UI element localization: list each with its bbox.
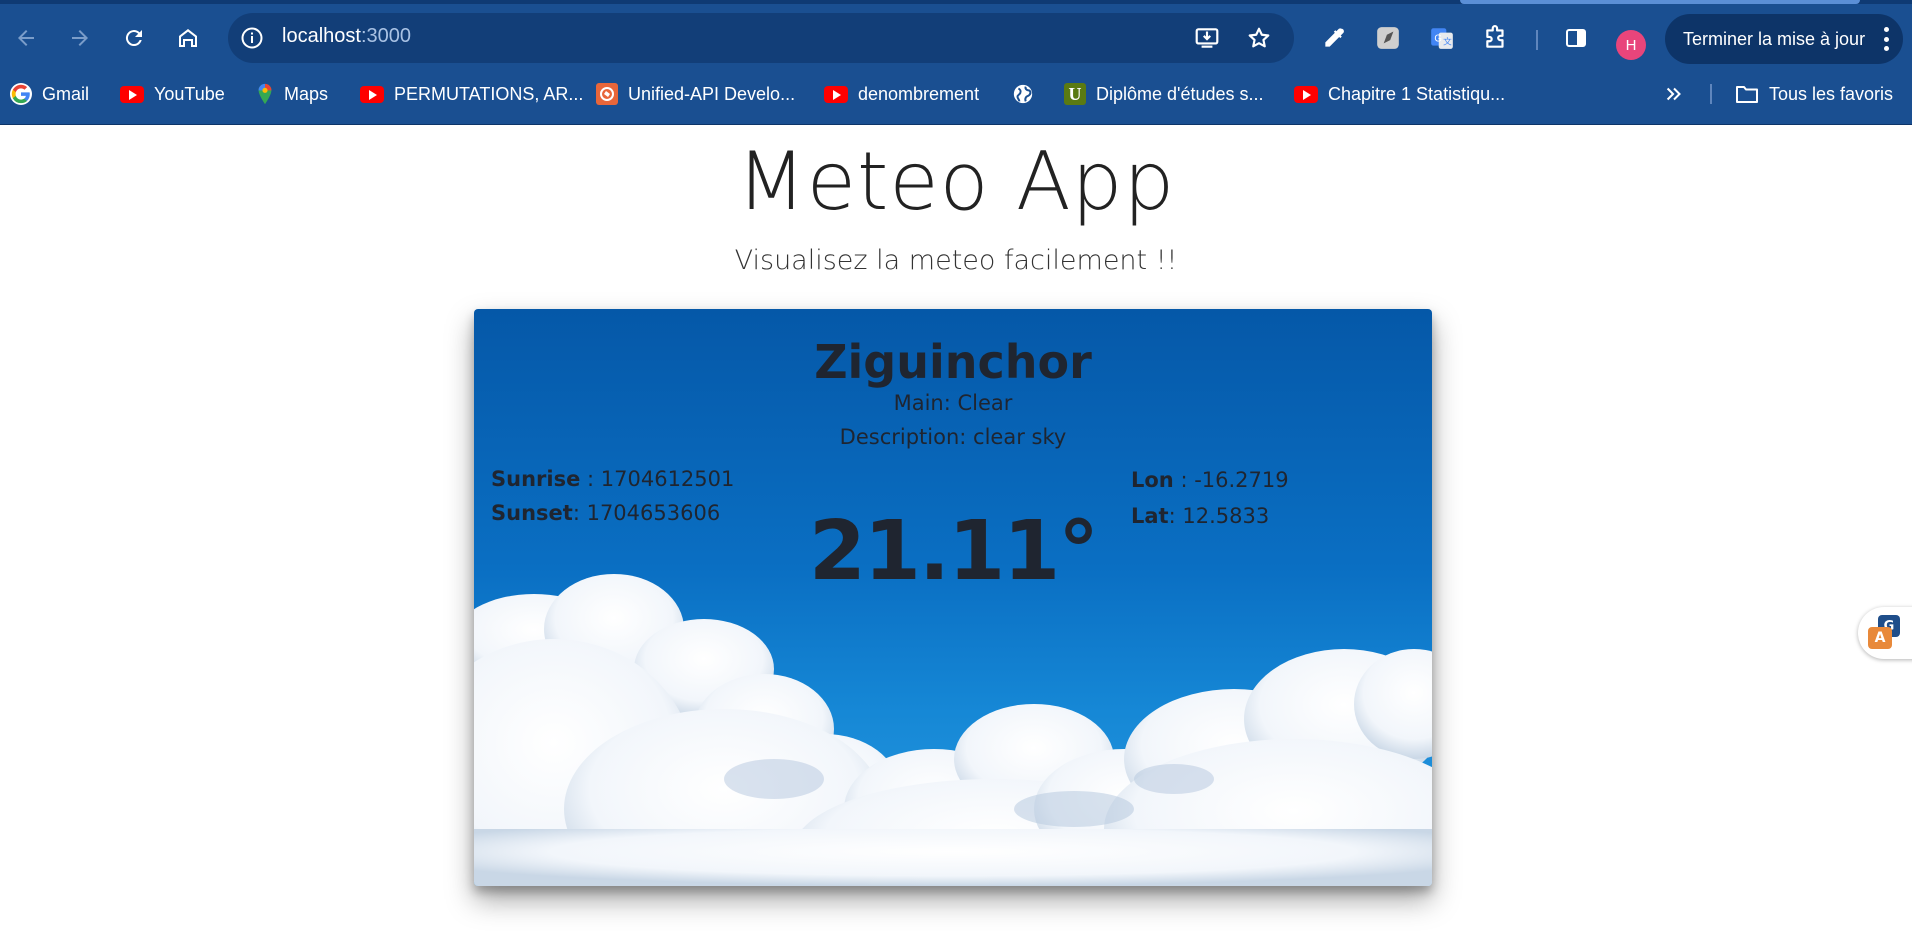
address-bar[interactable]: localhost:3000 — [228, 13, 1294, 63]
bookmark-label: Diplôme d'études s... — [1096, 83, 1264, 104]
lon-value: -16.2719 — [1194, 468, 1289, 492]
side-panel-icon[interactable] — [1562, 24, 1590, 52]
unified-api-icon — [596, 83, 618, 105]
u-icon: U — [1064, 83, 1086, 105]
city-name: Ziguinchor — [814, 335, 1092, 389]
svg-text:文: 文 — [1443, 36, 1452, 47]
youtube-icon — [360, 85, 384, 103]
weather-card: Ziguinchor Main: Clear Description: clea… — [474, 309, 1432, 886]
bookmark-diplome[interactable]: U Diplôme d'études s... — [1064, 76, 1264, 112]
browser-toolbar: localhost:3000 G文 H Terminer la mise à j… — [0, 8, 1912, 68]
url-text[interactable]: localhost:3000 — [282, 25, 411, 48]
globe-icon — [1012, 83, 1034, 105]
arrow-left-icon — [18, 30, 34, 46]
translate-widget-language-icon: A — [1868, 627, 1892, 649]
active-tab-indicator — [1460, 0, 1860, 4]
forward-button[interactable] — [60, 18, 100, 58]
eyedropper-extension-icon[interactable] — [1320, 24, 1348, 52]
bookmark-label: denombrement — [858, 83, 980, 104]
description-value: clear sky — [973, 425, 1067, 449]
youtube-icon — [120, 85, 144, 103]
bookmark-chapitre[interactable]: Chapitre 1 Statistiqu... — [1294, 76, 1505, 112]
url-port: :3000 — [360, 25, 411, 47]
youtube-icon — [1294, 85, 1318, 103]
bookmark-label: PERMUTATIONS, AR... — [394, 83, 584, 104]
lat-value: 12.5833 — [1182, 504, 1270, 528]
home-icon — [179, 29, 197, 47]
install-app-icon[interactable] — [1194, 25, 1220, 51]
bookmark-gmail[interactable]: Gmail — [10, 76, 89, 112]
main-value: Clear — [957, 391, 1013, 415]
all-bookmarks-folder[interactable]: Tous les favoris — [1735, 76, 1893, 112]
arrow-right-icon — [72, 30, 88, 46]
bookmark-denombrement[interactable]: denombrement — [824, 76, 979, 112]
youtube-icon — [824, 85, 848, 103]
lat-row: Lat: 12.5833 — [1131, 504, 1270, 528]
coordinates: Lon : -16.2719 Lat: 12.5833 — [1131, 462, 1289, 534]
weather-description: Description: clear sky — [839, 425, 1067, 449]
bookmark-label: Maps — [284, 83, 329, 104]
browser-chrome: localhost:3000 G文 H Terminer la mise à j… — [0, 0, 1912, 125]
lat-label: Lat — [1131, 504, 1169, 528]
update-button-label: Terminer la mise à jour — [1683, 28, 1866, 49]
bookmark-label: Gmail — [42, 83, 90, 104]
sunrise-row: Sunrise : 1704612501 — [491, 467, 735, 491]
google-translate-icon[interactable]: G文 — [1428, 24, 1456, 52]
all-bookmarks-label: Tous les favoris — [1769, 83, 1894, 104]
extensions-puzzle-icon[interactable] — [1482, 24, 1510, 52]
bookmark-label: Chapitre 1 Statistiqu... — [1328, 83, 1506, 104]
maps-icon — [258, 83, 272, 105]
sunrise-value: 1704612501 — [600, 467, 735, 491]
lon-row: Lon : -16.2719 — [1131, 468, 1289, 492]
bookmark-permutations[interactable]: PERMUTATIONS, AR... — [360, 76, 583, 112]
description-label: Description — [839, 425, 960, 449]
reload-icon — [125, 30, 142, 47]
page-content: Meteo App Visualisez la meteo facilement… — [0, 125, 1912, 949]
reload-button[interactable] — [114, 18, 154, 58]
back-button[interactable] — [6, 18, 46, 58]
page-title: Meteo App — [736, 135, 1176, 228]
main-label: Main — [893, 391, 944, 415]
site-info-icon[interactable] — [240, 26, 264, 50]
bookmark-label: YouTube — [154, 83, 225, 104]
google-icon — [10, 83, 32, 105]
home-button[interactable] — [168, 18, 208, 58]
sunrise-label: Sunrise — [491, 467, 581, 491]
bookmark-maps[interactable]: Maps — [256, 76, 328, 112]
bookmarks-overflow-chevron-icon[interactable] — [1663, 76, 1685, 112]
toolbar-divider — [1536, 30, 1538, 50]
update-button[interactable]: Terminer la mise à jour — [1665, 14, 1903, 64]
bookmarks-divider — [1710, 84, 1712, 104]
svg-text:G: G — [1434, 33, 1442, 44]
lon-label: Lon — [1131, 468, 1174, 492]
profile-avatar[interactable]: H — [1616, 30, 1646, 60]
folder-icon — [1736, 86, 1758, 103]
bookmark-star-icon[interactable] — [1246, 25, 1272, 51]
page-subtitle: Visualisez la meteo facilement !! — [734, 245, 1178, 276]
url-host: localhost — [282, 25, 361, 47]
bookmark-youtube[interactable]: YouTube — [120, 76, 225, 112]
weather-main: Main: Clear — [893, 391, 1013, 415]
more-menu-icon[interactable] — [1883, 27, 1889, 51]
compass-extension-icon[interactable] — [1374, 24, 1402, 52]
bookmark-unified-api[interactable]: Unified-API Develo... — [596, 76, 795, 112]
bookmark-globe[interactable] — [1012, 76, 1034, 112]
bookmark-label: Unified-API Develo... — [628, 83, 796, 104]
floating-translate-widget[interactable]: G A — [1858, 607, 1912, 659]
bookmarks-bar: Gmail YouTube Maps PERMUTATIONS, AR... U… — [0, 76, 1912, 112]
